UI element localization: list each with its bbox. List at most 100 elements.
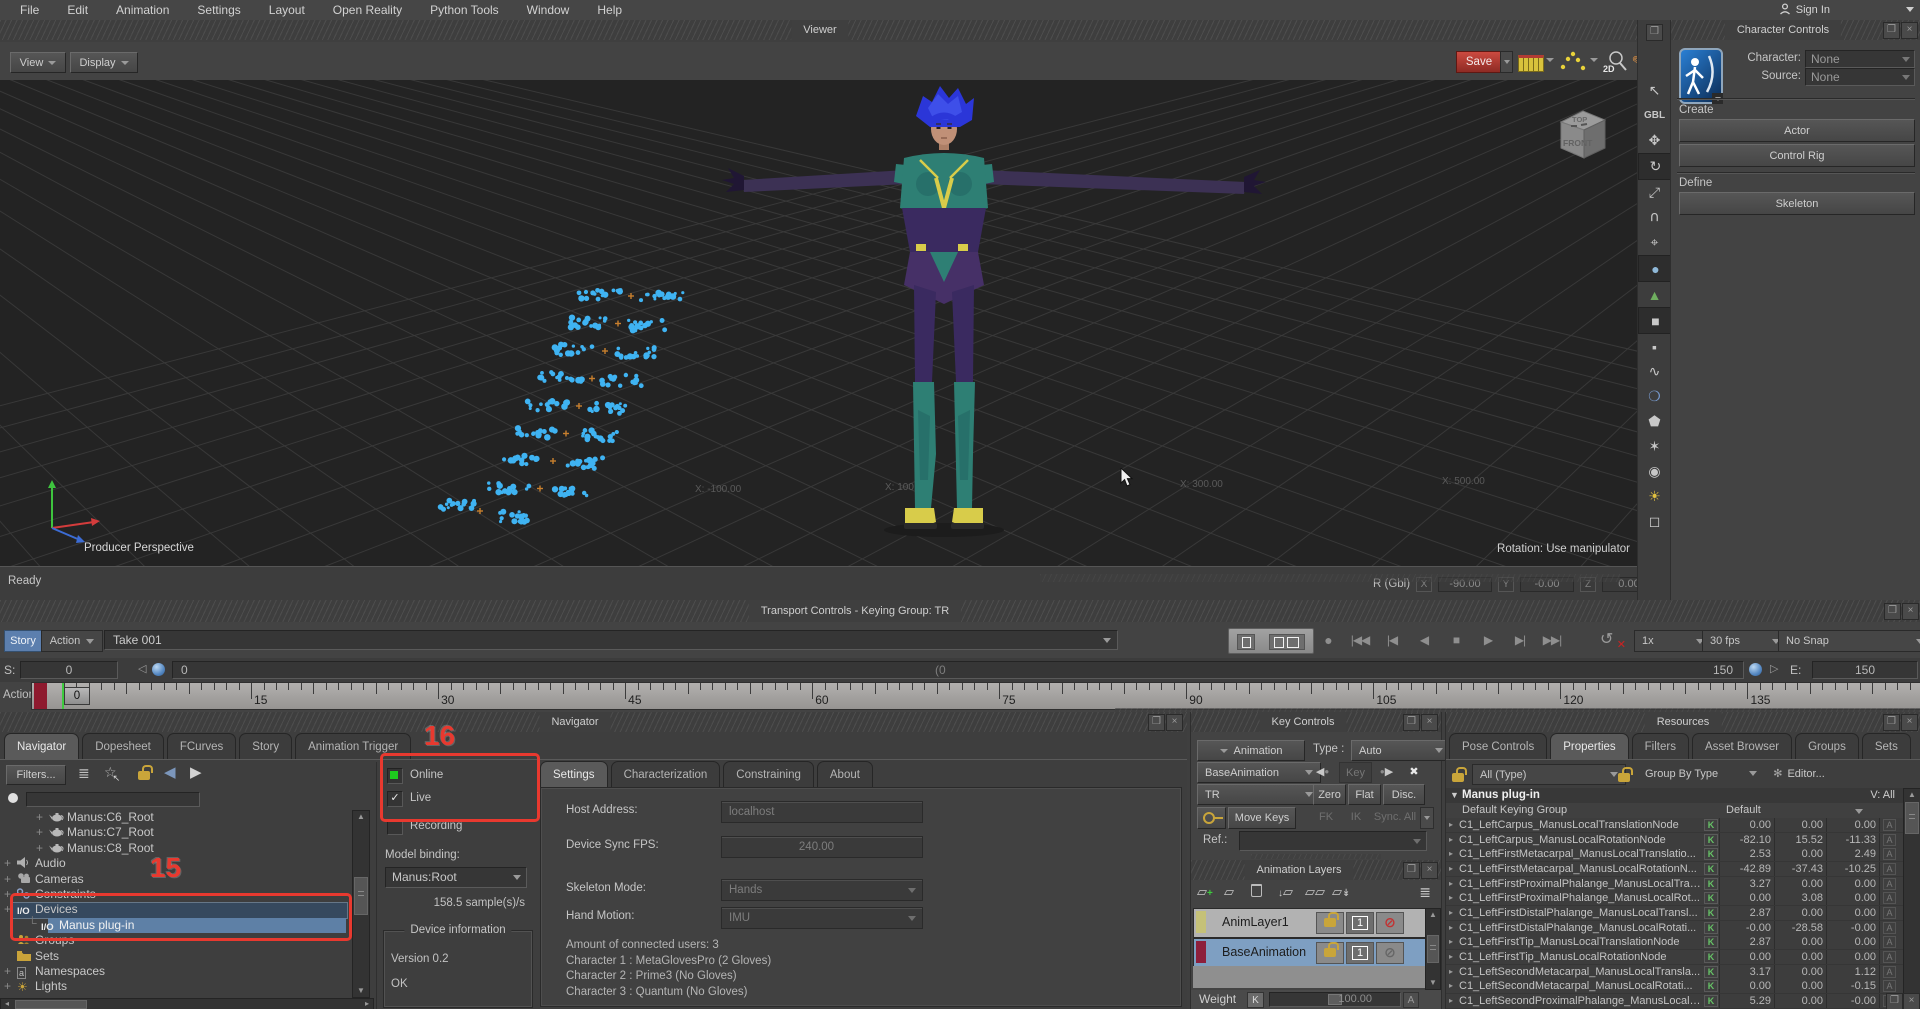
pin-tool[interactable]: ❍ — [1638, 384, 1671, 409]
navigator-float-button[interactable]: ❐ — [1148, 714, 1165, 731]
property-row[interactable]: ▸C1_LeftFirstTip_ManusLocalRotationNodeK… — [1446, 950, 1903, 965]
tree-hscrollbar[interactable]: ◂ ▸ — [0, 998, 374, 1009]
prev-key-button[interactable]: ◀● — [1309, 762, 1336, 781]
stop-button[interactable]: ■ — [1446, 631, 1466, 649]
navigator-close-button[interactable]: × — [1166, 714, 1183, 731]
property-row[interactable]: ▸C1_LeftCarpus_ManusLocalRotationNodeK-8… — [1446, 833, 1903, 848]
keyable-badge[interactable]: K — [1704, 878, 1718, 890]
animated-badge[interactable]: A — [1883, 966, 1896, 978]
property-value[interactable]: -0.15 — [1828, 979, 1876, 993]
keying-mode-icon[interactable] — [1518, 55, 1544, 72]
sync-options-dropdown[interactable] — [1420, 807, 1434, 829]
property-value[interactable]: -0.00 — [1828, 994, 1876, 1008]
animated-badge[interactable]: A — [1883, 922, 1896, 934]
cube-tool[interactable]: ■ — [1638, 307, 1673, 334]
jump-to-end-button[interactable]: ▶▶| — [1542, 631, 1562, 649]
layer-solo-icon[interactable]: 1 — [1346, 912, 1374, 934]
animated-badge[interactable]: A — [1883, 936, 1896, 948]
property-value[interactable]: 0.00 — [1776, 994, 1823, 1008]
property-value[interactable]: 0.00 — [1828, 818, 1876, 832]
property-value[interactable]: 0.00 — [1828, 877, 1876, 891]
property-value[interactable]: 0.00 — [1828, 891, 1876, 905]
menu-item-open-reality[interactable]: Open Reality — [319, 3, 416, 17]
expand-plus-icon[interactable]: + — [36, 825, 43, 840]
keyctrl-float-button[interactable]: ❐ — [1403, 714, 1420, 731]
merge-selected-icon[interactable]: ▱↡ — [1332, 884, 1350, 900]
keyable-badge[interactable]: K — [1704, 922, 1718, 934]
range-left-arrow[interactable]: ◁ — [138, 662, 146, 675]
keyable-badge[interactable]: K — [1704, 907, 1718, 919]
layer-lock-icon[interactable] — [1316, 942, 1344, 964]
record-button[interactable]: ● — [1318, 631, 1338, 649]
model-binding-dropdown[interactable]: Manus:Root — [385, 867, 527, 888]
polygon-tool[interactable]: ⬟ — [1638, 409, 1671, 434]
resources-tab-asset-browser[interactable]: Asset Browser — [1692, 733, 1792, 759]
delete-key-button[interactable]: ✖ — [1404, 762, 1424, 781]
property-value[interactable]: 15.52 — [1776, 833, 1823, 847]
favorites-icon[interactable]: ☆↖ — [104, 764, 124, 781]
keyable-badge[interactable]: K — [1704, 834, 1718, 846]
property-value[interactable]: 3.17 — [1721, 965, 1771, 979]
recording-checkbox[interactable] — [387, 819, 403, 835]
character-select[interactable]: None — [1805, 50, 1915, 68]
layers-scrollbar[interactable]: ▲ ▼ — [1425, 908, 1441, 990]
menu-item-python-tools[interactable]: Python Tools — [416, 3, 513, 17]
story-tab-button[interactable]: Story — [4, 630, 42, 652]
hand-motion-dropdown[interactable]: IMU — [721, 907, 923, 929]
create-actor-button[interactable]: Actor — [1679, 119, 1915, 142]
delete-layer-icon[interactable] — [1251, 884, 1262, 900]
charctrl-close-button[interactable]: × — [1901, 22, 1918, 39]
tree-item-manus-c6-root[interactable]: +Manus:C6_Root — [0, 810, 372, 825]
device-tab-characterization[interactable]: Characterization — [611, 761, 721, 787]
tab-dopesheet[interactable]: Dopesheet — [82, 733, 164, 759]
property-value[interactable]: -11.33 — [1828, 833, 1876, 847]
group-by-dropdown[interactable]: Group By Type — [1638, 764, 1764, 783]
property-value[interactable]: 3.08 — [1776, 891, 1823, 905]
expand-arrow-icon[interactable]: ▸ — [1449, 862, 1453, 876]
tree-item-audio[interactable]: +Audio — [0, 856, 372, 871]
type-filter-dropdown[interactable]: All (Type) — [1472, 764, 1626, 785]
charctrl-float-button[interactable]: ❐ — [1883, 22, 1900, 39]
resources-tab-sets[interactable]: Sets — [1862, 733, 1911, 759]
rotate-tool[interactable]: ↻ — [1638, 153, 1673, 180]
device-tab-settings[interactable]: Settings — [540, 761, 608, 787]
light-tool[interactable]: ☀ — [1638, 484, 1671, 509]
animated-badge[interactable]: A — [1883, 863, 1896, 875]
expand-arrow-icon[interactable]: ▸ — [1449, 994, 1453, 1008]
lock-icon[interactable] — [138, 764, 150, 783]
merge-down-icon[interactable]: ↓▱ — [1278, 884, 1293, 900]
resources-tab-pose-controls[interactable]: Pose Controls — [1449, 733, 1547, 759]
property-value[interactable]: 5.29 — [1721, 994, 1771, 1008]
corner-float-button[interactable]: ❐ — [1886, 993, 1903, 1009]
expand-arrow-icon[interactable]: ▸ — [1449, 906, 1453, 920]
tree-vscrollbar[interactable]: ▲ ▼ — [352, 810, 370, 998]
expand-plus-icon[interactable]: + — [4, 902, 11, 917]
expand-plus-icon[interactable]: + — [36, 810, 43, 825]
property-value[interactable]: 0.00 — [1828, 950, 1876, 964]
property-row[interactable]: ▸C1_LeftCarpus_ManusLocalTranslationNode… — [1446, 818, 1903, 833]
key-dots-dropdown[interactable] — [1590, 58, 1598, 62]
define-skeleton-button[interactable]: Skeleton — [1679, 192, 1915, 215]
property-value[interactable]: 0.00 — [1776, 877, 1823, 891]
step-back-button[interactable]: ◀ — [1414, 631, 1434, 649]
property-value[interactable]: -37.43 — [1776, 862, 1823, 876]
tree-item-constraints[interactable]: +Constraints — [0, 887, 372, 902]
previous-key-button[interactable]: |◀ — [1382, 631, 1402, 649]
property-value[interactable]: 0.00 — [1721, 979, 1771, 993]
animated-badge[interactable]: A — [1883, 892, 1896, 904]
keyable-badge[interactable]: K — [1704, 848, 1718, 860]
layer-mute-icon[interactable]: ⊘ — [1376, 942, 1404, 964]
layer-list-mode-icon[interactable]: ≣ — [1419, 884, 1431, 901]
view-menu-button[interactable]: View — [10, 52, 66, 73]
weight-key-button[interactable]: K — [1247, 992, 1264, 1008]
property-row[interactable]: ▸C1_LeftFirstDistalPhalange_ManusLocalRo… — [1446, 921, 1903, 936]
property-row[interactable]: ▸C1_LeftSecondMetacarpal_ManusLocalRotat… — [1446, 979, 1903, 994]
property-value[interactable]: 2.49 — [1828, 847, 1876, 861]
history-back-icon[interactable]: ◀ — [164, 763, 176, 781]
property-row[interactable]: ▸C1_LeftSecondProximalPhalange_ManusLoca… — [1446, 994, 1903, 1009]
merge-layers-icon[interactable]: ▱▱ — [1305, 884, 1325, 900]
end-frame-field[interactable]: 150 — [1812, 661, 1918, 679]
property-value[interactable]: 0.00 — [1721, 950, 1771, 964]
layout-switcher[interactable] — [1228, 628, 1314, 654]
property-row[interactable]: ▸C1_LeftFirstMetacarpal_ManusLocalTransl… — [1446, 847, 1903, 862]
